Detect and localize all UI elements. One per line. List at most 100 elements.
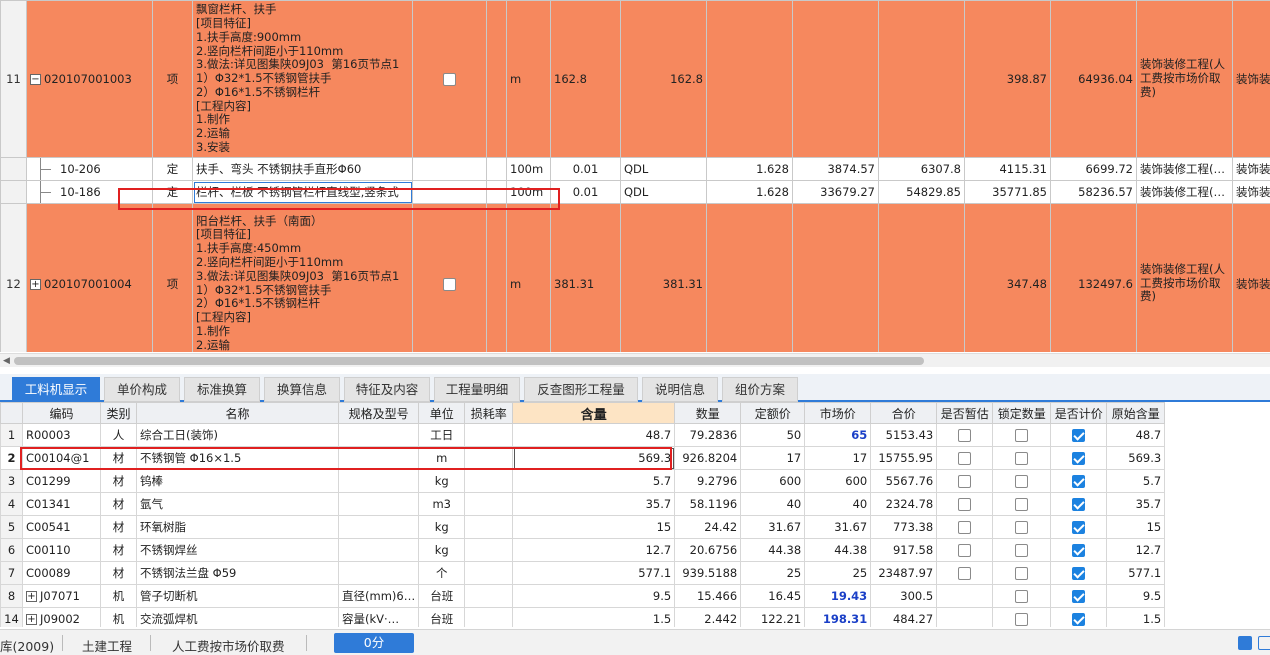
is-estimate[interactable]: [936, 561, 994, 585]
scroll-left-icon[interactable]: ◀: [3, 356, 10, 366]
is-priced[interactable]: [1050, 423, 1108, 447]
resource-spec[interactable]: [337, 538, 420, 562]
column-header[interactable]: 原始含量: [1106, 402, 1166, 424]
lock-qty[interactable]: [992, 423, 1052, 447]
checkbox[interactable]: [958, 452, 972, 465]
horizontal-scrollbar[interactable]: ◀: [0, 353, 1270, 367]
resource-spec[interactable]: [337, 469, 420, 493]
resource-spec[interactable]: 容量(kV·…: [337, 607, 420, 627]
resource-loss[interactable]: [464, 538, 514, 562]
resource-name[interactable]: 不锈钢焊丝: [136, 538, 339, 562]
resource-row[interactable]: 8 + J07071 机管子切断机 直径(mm)6… 台班 9.5 15.466 16.45 19…: [0, 584, 1166, 608]
column-header[interactable]: 锁定数量: [992, 402, 1052, 424]
quota-qty-expr[interactable]: QDL: [620, 157, 707, 181]
bill-row[interactable]: 11−020107001003 项飘窗栏杆、扶手 [项目特征] 1.扶手高度:90…: [0, 0, 1270, 158]
resource-market-price[interactable]: 40: [804, 492, 872, 516]
column-header[interactable]: 数量: [674, 402, 742, 424]
resource-code[interactable]: C00110: [22, 538, 101, 562]
column-header[interactable]: 定额价: [740, 402, 806, 424]
tab-8[interactable]: 组价方案: [722, 377, 798, 402]
checkbox-checked[interactable]: [1072, 613, 1086, 626]
quota-row[interactable]: 10-186 定栏杆、栏板 不锈钢管栏杆直线型,竖条式 100m 0.01 QDL 1.6…: [0, 180, 1270, 204]
checkbox[interactable]: [1015, 429, 1029, 442]
resource-row[interactable]: 5 C00541 材环氧树脂 kg 15 24.42 31.67 31.67 773.38 15: [0, 515, 1166, 539]
bill-description[interactable]: 阳台栏杆、扶手（南面） [项目特征] 1.扶手高度:450mm 2.竖向栏杆间距…: [192, 203, 413, 352]
resource-market-price[interactable]: 25: [804, 561, 872, 585]
column-header[interactable]: 单位: [418, 402, 466, 424]
is-priced[interactable]: [1050, 538, 1108, 562]
bill-code[interactable]: +020107001004: [26, 203, 153, 352]
resource-name[interactable]: 钨棒: [136, 469, 339, 493]
is-estimate[interactable]: [936, 423, 994, 447]
is-priced[interactable]: [1050, 446, 1108, 470]
collapse-icon[interactable]: −: [30, 74, 41, 85]
checkbox[interactable]: [958, 521, 972, 534]
is-priced[interactable]: [1050, 469, 1108, 493]
tab-6[interactable]: 反查图形工程量: [524, 377, 638, 402]
column-header[interactable]: 含量: [512, 402, 676, 424]
expand-icon[interactable]: +: [26, 614, 37, 625]
resource-name[interactable]: 管子切断机: [136, 584, 339, 608]
checkbox[interactable]: [958, 567, 972, 580]
is-priced[interactable]: [1050, 515, 1108, 539]
column-header[interactable]: [0, 402, 23, 424]
lock-qty[interactable]: [992, 446, 1052, 470]
tab-0[interactable]: 工料机显示: [12, 377, 100, 402]
resource-spec[interactable]: [337, 492, 420, 516]
tab-4[interactable]: 特征及内容: [344, 377, 430, 402]
lock-qty[interactable]: [992, 561, 1052, 585]
resource-content[interactable]: 9.5: [512, 584, 676, 608]
resource-market-price[interactable]: 31.67: [804, 515, 872, 539]
resource-market-price[interactable]: 600: [804, 469, 872, 493]
is-estimate[interactable]: [936, 584, 994, 608]
resource-market-price[interactable]: 198.31: [804, 607, 872, 627]
resource-spec[interactable]: [337, 515, 420, 539]
column-header[interactable]: 合价: [870, 402, 938, 424]
resource-code[interactable]: C01341: [22, 492, 101, 516]
checkbox[interactable]: [1015, 475, 1029, 488]
checkbox[interactable]: [958, 475, 972, 488]
resource-market-price[interactable]: 17: [804, 446, 872, 470]
resource-content[interactable]: 35.7: [512, 492, 676, 516]
is-estimate[interactable]: [936, 446, 994, 470]
resource-market-price[interactable]: 44.38: [804, 538, 872, 562]
column-header[interactable]: 名称: [136, 402, 339, 424]
checkbox[interactable]: [958, 544, 972, 557]
column-header[interactable]: 是否计价: [1050, 402, 1108, 424]
quota-code[interactable]: 10-186: [26, 180, 153, 204]
lock-qty[interactable]: [992, 538, 1052, 562]
resource-spec[interactable]: 直径(mm)6…: [337, 584, 420, 608]
is-estimate[interactable]: [936, 607, 994, 627]
resource-row[interactable]: 14 + J09002 机交流弧焊机 容量(kV·… 台班 1.5 2.442 122.21 19…: [0, 607, 1166, 627]
column-header[interactable]: 规格及型号: [337, 402, 420, 424]
resource-name[interactable]: 综合工日(装饰): [136, 423, 339, 447]
resource-loss[interactable]: [464, 423, 514, 447]
lock-qty[interactable]: [992, 515, 1052, 539]
is-estimate[interactable]: [936, 469, 994, 493]
lock-qty[interactable]: [992, 607, 1052, 627]
resource-content[interactable]: 1.5: [512, 607, 676, 627]
is-priced[interactable]: [1050, 607, 1108, 627]
resource-code[interactable]: C00104@1: [22, 446, 101, 470]
resource-code[interactable]: C00541: [22, 515, 101, 539]
column-header[interactable]: 损耗率: [464, 402, 514, 424]
score-pill[interactable]: 0分: [334, 633, 414, 653]
bill-code[interactable]: −020107001003: [26, 0, 153, 158]
resource-code[interactable]: R00003: [22, 423, 101, 447]
resource-content[interactable]: 48.7: [512, 423, 676, 447]
tab-5[interactable]: 工程量明细: [434, 377, 520, 402]
resource-name[interactable]: 环氧树脂: [136, 515, 339, 539]
checkbox[interactable]: [1015, 613, 1029, 626]
column-header[interactable]: 编码: [22, 402, 101, 424]
resource-name[interactable]: 不锈钢管 Φ16×1.5: [136, 446, 339, 470]
quota-qty-expr[interactable]: QDL: [620, 180, 707, 204]
resource-row[interactable]: 4 C01341 材氩气 m3 35.7 58.1196 40 40 2324.78 35.7: [0, 492, 1166, 516]
bill-description[interactable]: 飘窗栏杆、扶手 [项目特征] 1.扶手高度:900mm 2.竖向栏杆间距小于11…: [192, 0, 413, 158]
resource-row[interactable]: 7 C00089 材不锈钢法兰盘 Φ59 个 577.1 939.5188 25 25 2348…: [0, 561, 1166, 585]
quota-row[interactable]: 10-206 定扶手、弯头 不锈钢扶手直形Φ60 100m 0.01 QDL 1.628 3…: [0, 157, 1270, 181]
main-item-check[interactable]: [412, 203, 487, 352]
column-header[interactable]: 市场价: [804, 402, 872, 424]
checkbox[interactable]: [443, 73, 456, 86]
resource-market-price[interactable]: 65: [804, 423, 872, 447]
resource-row[interactable]: 6 C00110 材不锈钢焊丝 kg 12.7 20.6756 44.38 44.38 917.…: [0, 538, 1166, 562]
